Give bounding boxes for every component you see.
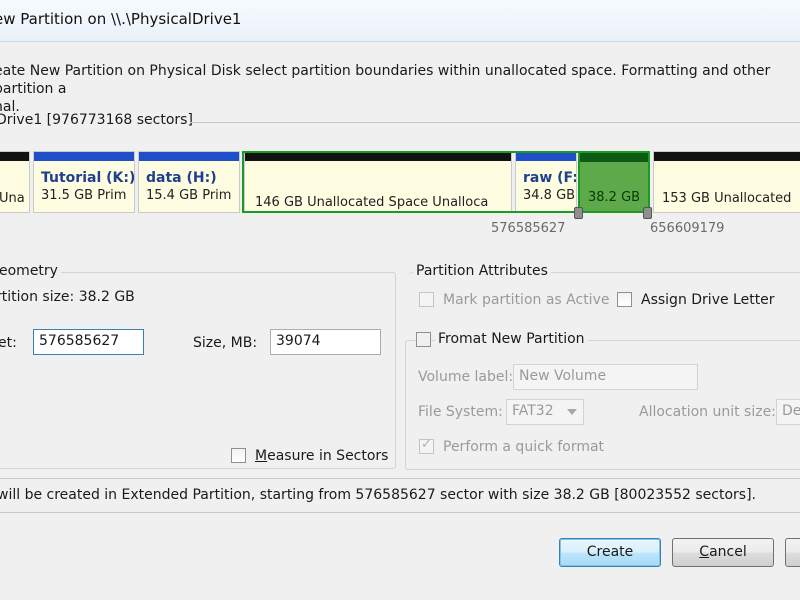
instruction-text: eate New Partition on Physical Disk sele… [0, 62, 800, 116]
partition-bar [654, 152, 800, 161]
partition-size: 31.5 GB Prim [41, 188, 127, 203]
geometry-group-title: eometry [0, 263, 61, 279]
partition-attributes-title: Partition Attributes [413, 263, 551, 279]
unallocated-label: 146 GB Unallocated Space Unalloca [255, 195, 489, 210]
window-title: ew Partition on \\.\PhysicalDrive1 [0, 10, 242, 28]
partition-segment[interactable]: Una [0, 151, 30, 213]
check-icon: ✓ [421, 437, 432, 452]
size-label: Size, MB: [193, 335, 258, 351]
cancel-button-rest: ancel [709, 544, 747, 560]
unallocated-space-segment[interactable]: 146 GB Unallocated Space Unalloca [244, 151, 512, 213]
partition-size: 15.4 GB Prim [146, 188, 232, 203]
partition-data[interactable]: data (H:) 15.4 GB Prim [138, 151, 240, 213]
partition-bar [34, 152, 134, 161]
allocation-unit-select[interactable]: De [776, 399, 800, 425]
file-system-label: File System: [418, 404, 503, 420]
new-partition-selection[interactable]: 38.2 GB [578, 151, 650, 213]
size-input[interactable]: 39074 [270, 329, 381, 355]
measure-sectors-label: Measure in Sectors [255, 448, 388, 464]
status-separator [0, 478, 800, 479]
assign-letter-checkbox[interactable] [617, 292, 632, 307]
partition-tutorial[interactable]: Tutorial (K:) 31.5 GB Prim [33, 151, 135, 213]
partition-bar [0, 152, 29, 161]
partition-bar [516, 152, 576, 161]
end-sector-label: 656609179 [650, 221, 725, 236]
disk-label: Drive1 [976773168 sectors] [0, 112, 193, 128]
format-new-partition-checkbox[interactable] [416, 332, 431, 347]
assign-letter-label: Assign Drive Letter [641, 292, 775, 308]
allocation-unit-value: De [782, 403, 800, 419]
format-new-partition-label: Fromat New Partition [435, 331, 588, 347]
instruction-line-1: eate New Partition on Physical Disk sele… [0, 63, 771, 97]
volume-label-input[interactable]: New Volume [513, 364, 698, 390]
mark-active-label: Mark partition as Active [443, 292, 610, 308]
cancel-button[interactable]: Cancel [672, 538, 774, 567]
partition-name: Tutorial (K:) [41, 170, 135, 186]
chevron-down-icon [567, 409, 577, 415]
partition-bar [139, 152, 239, 161]
partition-size: Una [0, 191, 25, 206]
quick-format-label: Perform a quick format [443, 439, 605, 455]
mark-active-checkbox[interactable] [419, 292, 434, 307]
partition-size: 34.8 GB [523, 188, 576, 203]
status-separator-bottom [0, 512, 800, 513]
measure-sectors-label-first-letter: M [255, 448, 268, 464]
file-system-value: FAT32 [512, 403, 554, 419]
title-bar: ew Partition on \\.\PhysicalDrive1 [0, 0, 800, 42]
file-system-select[interactable]: FAT32 [506, 399, 584, 425]
status-text: will be created in Extended Partition, s… [0, 487, 756, 503]
measure-sectors-checkbox[interactable] [231, 448, 246, 463]
partition-name: data (H:) [146, 170, 217, 186]
partition-name: raw (F: [523, 170, 577, 186]
help-button[interactable] [785, 538, 800, 567]
new-partition-size: 38.2 GB [588, 190, 641, 205]
end-boundary-handle[interactable] [643, 207, 652, 219]
offset-label: et: [0, 335, 17, 351]
quick-format-checkbox[interactable]: ✓ [419, 437, 434, 454]
create-button[interactable]: Create [559, 538, 661, 567]
start-sector-label: 576585627 [491, 221, 566, 236]
disk-separator [190, 122, 800, 123]
partition-size-text: rtition size: 38.2 GB [0, 289, 135, 305]
volume-label-label: Volume label: [418, 369, 514, 385]
partition-raw[interactable]: raw (F: 34.8 GB [515, 151, 577, 213]
measure-sectors-label-rest: easure in Sectors [267, 448, 389, 464]
start-boundary-handle[interactable] [574, 207, 583, 219]
partition-bar [580, 153, 648, 162]
unallocated-space-segment-end[interactable]: 153 GB Unallocated [653, 151, 800, 213]
offset-input[interactable]: 576585627 [33, 329, 144, 355]
partition-bar [245, 152, 511, 161]
cancel-button-first-letter: C [699, 544, 710, 560]
unallocated-label: 153 GB Unallocated [662, 191, 792, 206]
allocation-unit-label: Allocation unit size: [639, 404, 776, 420]
